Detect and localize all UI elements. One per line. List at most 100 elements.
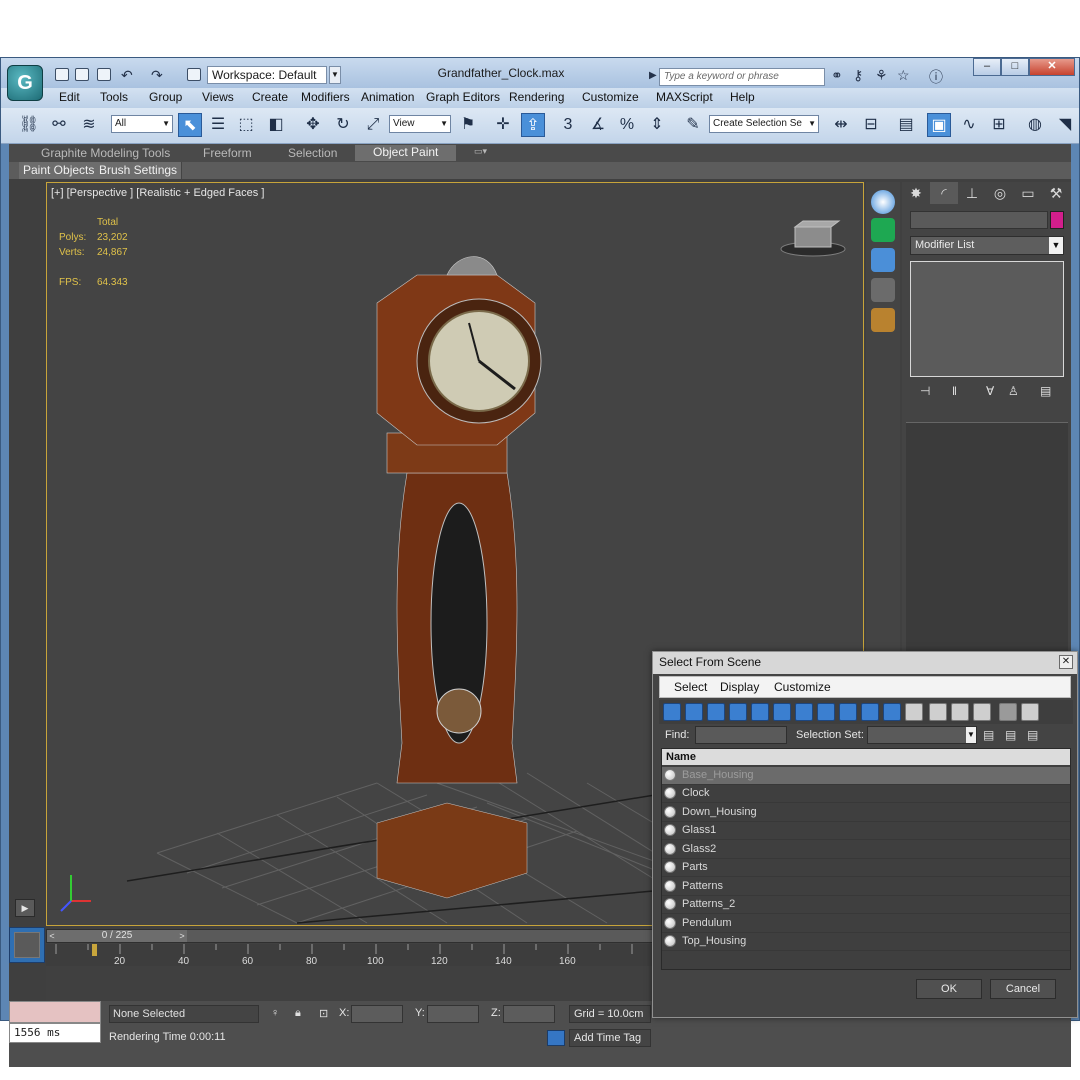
xrefs-filter-icon[interactable] bbox=[817, 703, 835, 721]
shapes-filter-icon[interactable] bbox=[685, 703, 703, 721]
pin-stack-icon[interactable]: ⊣ bbox=[920, 384, 930, 398]
close-icon[interactable]: ✕ bbox=[1059, 655, 1073, 669]
spinner-snap-icon[interactable]: ⇕ bbox=[645, 113, 669, 137]
maximize-button[interactable]: □ bbox=[1001, 58, 1029, 76]
selection-region-icon[interactable]: ⬚ bbox=[234, 113, 258, 137]
list-item[interactable]: Patterns_2 bbox=[662, 896, 1070, 914]
scale-icon[interactable]: ⤢ bbox=[361, 113, 385, 137]
select-object-icon[interactable]: ⬉ bbox=[178, 113, 202, 137]
menu-customize[interactable]: Customize bbox=[582, 90, 639, 104]
list-item[interactable]: Patterns bbox=[662, 878, 1070, 896]
layer-manager-icon[interactable]: ▤ bbox=[894, 113, 918, 137]
list-item[interactable]: Down_Housing bbox=[662, 804, 1070, 822]
play-arrow-icon[interactable]: ▶ bbox=[649, 70, 657, 81]
expand-arrow-icon[interactable]: ▶ bbox=[15, 899, 35, 917]
next-frame-icon[interactable]: > bbox=[177, 930, 187, 942]
modify-tab-icon[interactable]: ◜ bbox=[930, 182, 958, 204]
funnel-options-icon[interactable] bbox=[1021, 703, 1039, 721]
selection-filter-dropdown[interactable]: All ▼ bbox=[111, 115, 173, 133]
monitor-icon[interactable] bbox=[871, 278, 895, 302]
edit-named-selection-icon[interactable]: ✎ bbox=[681, 113, 705, 137]
containers-filter-icon[interactable] bbox=[861, 703, 879, 721]
window-crossing-icon[interactable]: ◧ bbox=[264, 113, 288, 137]
select-manipulate-icon[interactable]: ✛ bbox=[491, 113, 515, 137]
redo-icon[interactable]: ↷ bbox=[151, 67, 163, 84]
menu-rendering[interactable]: Rendering bbox=[509, 90, 564, 104]
chevron-down-icon[interactable]: ▼ bbox=[329, 66, 341, 84]
ribbon-options-icon[interactable]: ▭▾ bbox=[474, 146, 487, 157]
ok-button[interactable]: OK bbox=[916, 979, 982, 999]
binoculars-icon[interactable]: ⚭ bbox=[831, 67, 843, 84]
dialog-menu-select[interactable]: Select bbox=[674, 680, 707, 694]
show-end-result-icon[interactable]: ‖ bbox=[952, 384, 957, 398]
rotate-icon[interactable]: ↻ bbox=[331, 113, 355, 137]
spacewarps-filter-icon[interactable] bbox=[773, 703, 791, 721]
motion-tab-icon[interactable]: ◎ bbox=[986, 182, 1014, 204]
tab-object-paint[interactable]: Object Paint bbox=[355, 145, 457, 161]
named-selection-set-dropdown[interactable]: Create Selection Se ▼ bbox=[709, 115, 819, 133]
help-icon[interactable]: ⓘ bbox=[929, 67, 943, 87]
menu-modifiers[interactable]: Modifiers bbox=[301, 90, 350, 104]
lights-filter-icon[interactable] bbox=[707, 703, 725, 721]
y-coord-field[interactable] bbox=[427, 1005, 479, 1023]
maxscript-output[interactable]: 1556 ms bbox=[9, 1023, 101, 1043]
favorites-star-icon[interactable]: ☆ bbox=[897, 67, 910, 84]
funnel-filter-icon[interactable] bbox=[999, 703, 1017, 721]
tab-selection[interactable]: Selection bbox=[288, 146, 337, 160]
dialog-menu-customize[interactable]: Customize bbox=[774, 680, 831, 694]
cancel-button[interactable]: Cancel bbox=[990, 979, 1056, 999]
list-item[interactable]: Glass2 bbox=[662, 841, 1070, 859]
configure-sets-icon[interactable]: ▤ bbox=[1040, 384, 1051, 398]
schematic-view-icon[interactable]: ⊞ bbox=[987, 113, 1011, 137]
previous-frame-icon[interactable]: < bbox=[47, 930, 57, 942]
mirror-icon[interactable]: ⇹ bbox=[829, 113, 853, 137]
time-tag-icon[interactable] bbox=[547, 1030, 565, 1046]
list-view-icon[interactable] bbox=[929, 703, 947, 721]
x-coord-field[interactable] bbox=[351, 1005, 403, 1023]
render-setup-icon[interactable]: ◥ bbox=[1053, 113, 1077, 137]
object-color-swatch[interactable] bbox=[1050, 211, 1064, 229]
menu-graph-editors[interactable]: Graph Editors bbox=[426, 90, 500, 104]
link-icon[interactable]: ⛓ bbox=[17, 113, 41, 137]
curve-editor-icon[interactable]: ∿ bbox=[957, 113, 981, 137]
list-item[interactable]: Top_Housing bbox=[662, 933, 1070, 951]
add-set-icon[interactable]: ▤ bbox=[983, 728, 994, 742]
graphite-toggle-icon[interactable]: ▣ bbox=[927, 113, 951, 137]
menu-maxscript[interactable]: MAXScript bbox=[656, 90, 713, 104]
project-folder-icon[interactable] bbox=[187, 68, 201, 81]
dialog-menu-display[interactable]: Display bbox=[720, 680, 759, 694]
make-unique-icon[interactable]: ∀ bbox=[986, 384, 994, 398]
modifier-stack[interactable] bbox=[910, 261, 1064, 377]
menu-create[interactable]: Create bbox=[252, 90, 288, 104]
key-icon[interactable]: ⚷ bbox=[853, 67, 863, 84]
percent-snap-icon[interactable]: % bbox=[615, 113, 639, 137]
hierarchy-tab-icon[interactable]: ⊥ bbox=[958, 182, 986, 204]
close-button[interactable]: ✕ bbox=[1029, 58, 1075, 76]
viewport-navigation-icon[interactable] bbox=[9, 927, 45, 963]
time-slider-thumb[interactable]: < 0 / 225 > bbox=[47, 930, 187, 942]
drill-icon[interactable] bbox=[871, 218, 895, 242]
lock-icon[interactable]: 🔒︎ bbox=[295, 1007, 307, 1021]
checkmark-icon[interactable] bbox=[871, 190, 895, 214]
new-file-icon[interactable] bbox=[55, 68, 69, 81]
find-input[interactable] bbox=[695, 726, 787, 744]
list-item[interactable]: Pendulum bbox=[662, 915, 1070, 933]
move-icon[interactable]: ✥ bbox=[301, 113, 325, 137]
menu-group[interactable]: Group bbox=[149, 90, 182, 104]
angle-snap-icon[interactable]: ∡ bbox=[586, 113, 610, 137]
search-input[interactable]: Type a keyword or phrase bbox=[659, 68, 825, 86]
frozen-filter-icon[interactable] bbox=[883, 703, 901, 721]
undo-icon[interactable]: ↶ bbox=[121, 67, 133, 84]
select-by-name-icon[interactable]: ☰ bbox=[206, 113, 230, 137]
unlink-icon[interactable]: ⚯ bbox=[47, 113, 71, 137]
app-logo[interactable]: G bbox=[7, 65, 43, 101]
pivot-center-icon[interactable]: ⚑ bbox=[456, 113, 480, 137]
render-frame-icon[interactable] bbox=[871, 248, 895, 272]
utilities-tab-icon[interactable]: ⚒ bbox=[1042, 182, 1070, 204]
object-name-field[interactable] bbox=[910, 211, 1048, 229]
list-item[interactable]: Parts bbox=[662, 859, 1070, 877]
name-column-header[interactable]: Name bbox=[662, 749, 1070, 765]
list-item[interactable]: Clock bbox=[662, 785, 1070, 803]
select-none-icon[interactable] bbox=[973, 703, 991, 721]
isolate-bulb-icon[interactable]: ♀ bbox=[271, 1007, 283, 1021]
